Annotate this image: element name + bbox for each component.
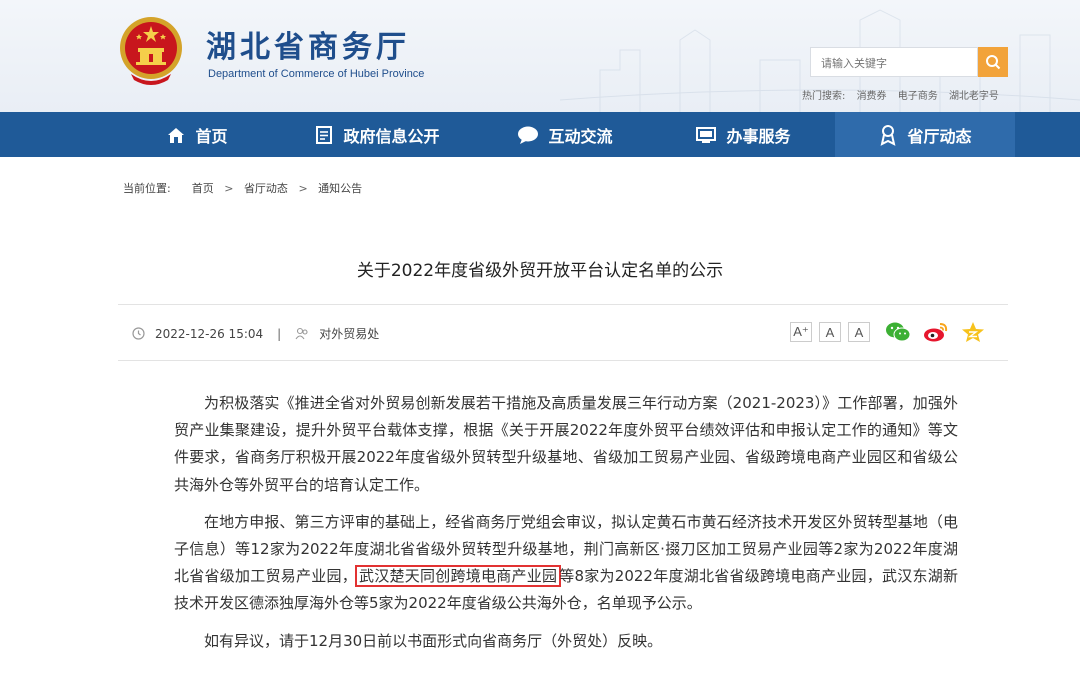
breadcrumb-notices[interactable]: 通知公告 [318, 182, 362, 195]
hot-search-link[interactable]: 电子商务 [898, 91, 938, 102]
main-nav: 首页 政府信息公开 互动交流 办事服务 省厅动态 [0, 112, 1080, 157]
hot-search-link[interactable]: 湖北老字号 [949, 91, 999, 102]
nav-item-interaction[interactable]: 互动交流 [490, 112, 640, 157]
nav-item-home[interactable]: 首页 [122, 112, 272, 157]
monitor-icon [696, 126, 717, 143]
nav-item-label: 省厅动态 [907, 126, 972, 146]
search-button[interactable] [978, 47, 1008, 77]
paragraph: 为积极落实《推进全省对外贸易创新发展若干措施及高质量发展三年行动方案（2021-… [174, 394, 958, 494]
font-reset-button[interactable]: A [819, 322, 841, 342]
font-decrease-button[interactable]: A [848, 322, 870, 342]
breadcrumb-news[interactable]: 省厅动态 [244, 182, 288, 195]
department-icon [295, 327, 308, 340]
weibo-icon[interactable] [923, 321, 949, 343]
search-input[interactable] [819, 49, 973, 77]
chat-bubble-icon [518, 126, 539, 144]
meta-separator: | [277, 326, 282, 341]
site-subtitle: Department of Commerce of Hubei Province [208, 68, 425, 80]
hot-searches: 热门搜索: 消费券 电子商务 湖北老字号 [802, 87, 1007, 102]
nav-item-label: 办事服务 [726, 126, 791, 146]
qzone-star-icon[interactable] [961, 321, 985, 343]
article-title: 关于2022年度省级外贸开放平台认定名单的公示 [356, 261, 724, 281]
breadcrumb-label: 当前位置: [123, 182, 171, 195]
clock-icon [132, 327, 145, 340]
article-body: 为积极落实《推进全省对外贸易创新发展若干措施及高质量发展三年行动方案（2021-… [174, 390, 958, 665]
highlighted-park-name: 武汉楚天同创跨境电商产业园 [355, 565, 562, 588]
department-link[interactable]: 对外贸易处 [319, 325, 379, 342]
nav-item-label: 互动交流 [548, 126, 613, 146]
nav-item-label: 首页 [195, 126, 228, 146]
nav-item-services[interactable]: 办事服务 [668, 112, 818, 157]
breadcrumb-separator: > [224, 182, 234, 195]
breadcrumb: 当前位置: 首页 > 省厅动态 > 通知公告 [123, 180, 362, 196]
article-tools: A⁺ A A [790, 321, 989, 343]
hot-search-link[interactable]: 消费券 [857, 91, 887, 102]
breadcrumb-home[interactable]: 首页 [192, 182, 214, 195]
nav-item-label: 政府信息公开 [343, 126, 440, 146]
paragraph: 在地方申报、第三方评审的基础上，经省商务厅党组会审议，拟认定黄石市黄石经济技术开… [174, 509, 958, 618]
paragraph: 如有异议，请于12月30日前以书面形式向省商务厅（外贸处）反映。 [204, 631, 663, 650]
document-icon [316, 125, 333, 144]
font-increase-button[interactable]: A⁺ [790, 322, 812, 342]
home-icon [168, 127, 185, 143]
site-header: 湖北省商务厅 Department of Commerce of Hubei P… [0, 0, 1080, 112]
search-icon [986, 55, 1001, 70]
nav-item-news[interactable]: 省厅动态 [835, 112, 1015, 157]
site-title[interactable]: 湖北省商务厅 [206, 22, 410, 66]
article-meta: 2022-12-26 15:04 | 对外贸易处 [132, 325, 379, 342]
publish-date: 2022-12-26 15:04 [155, 326, 264, 341]
breadcrumb-separator: > [298, 182, 308, 195]
nav-item-gov-info[interactable]: 政府信息公开 [292, 112, 462, 157]
divider [118, 304, 1008, 305]
hot-search-label: 热门搜索: [802, 91, 846, 102]
national-emblem-icon [120, 17, 182, 85]
wechat-icon[interactable] [885, 321, 911, 343]
award-icon [881, 124, 896, 146]
search-box [810, 47, 978, 77]
divider [118, 360, 1008, 361]
